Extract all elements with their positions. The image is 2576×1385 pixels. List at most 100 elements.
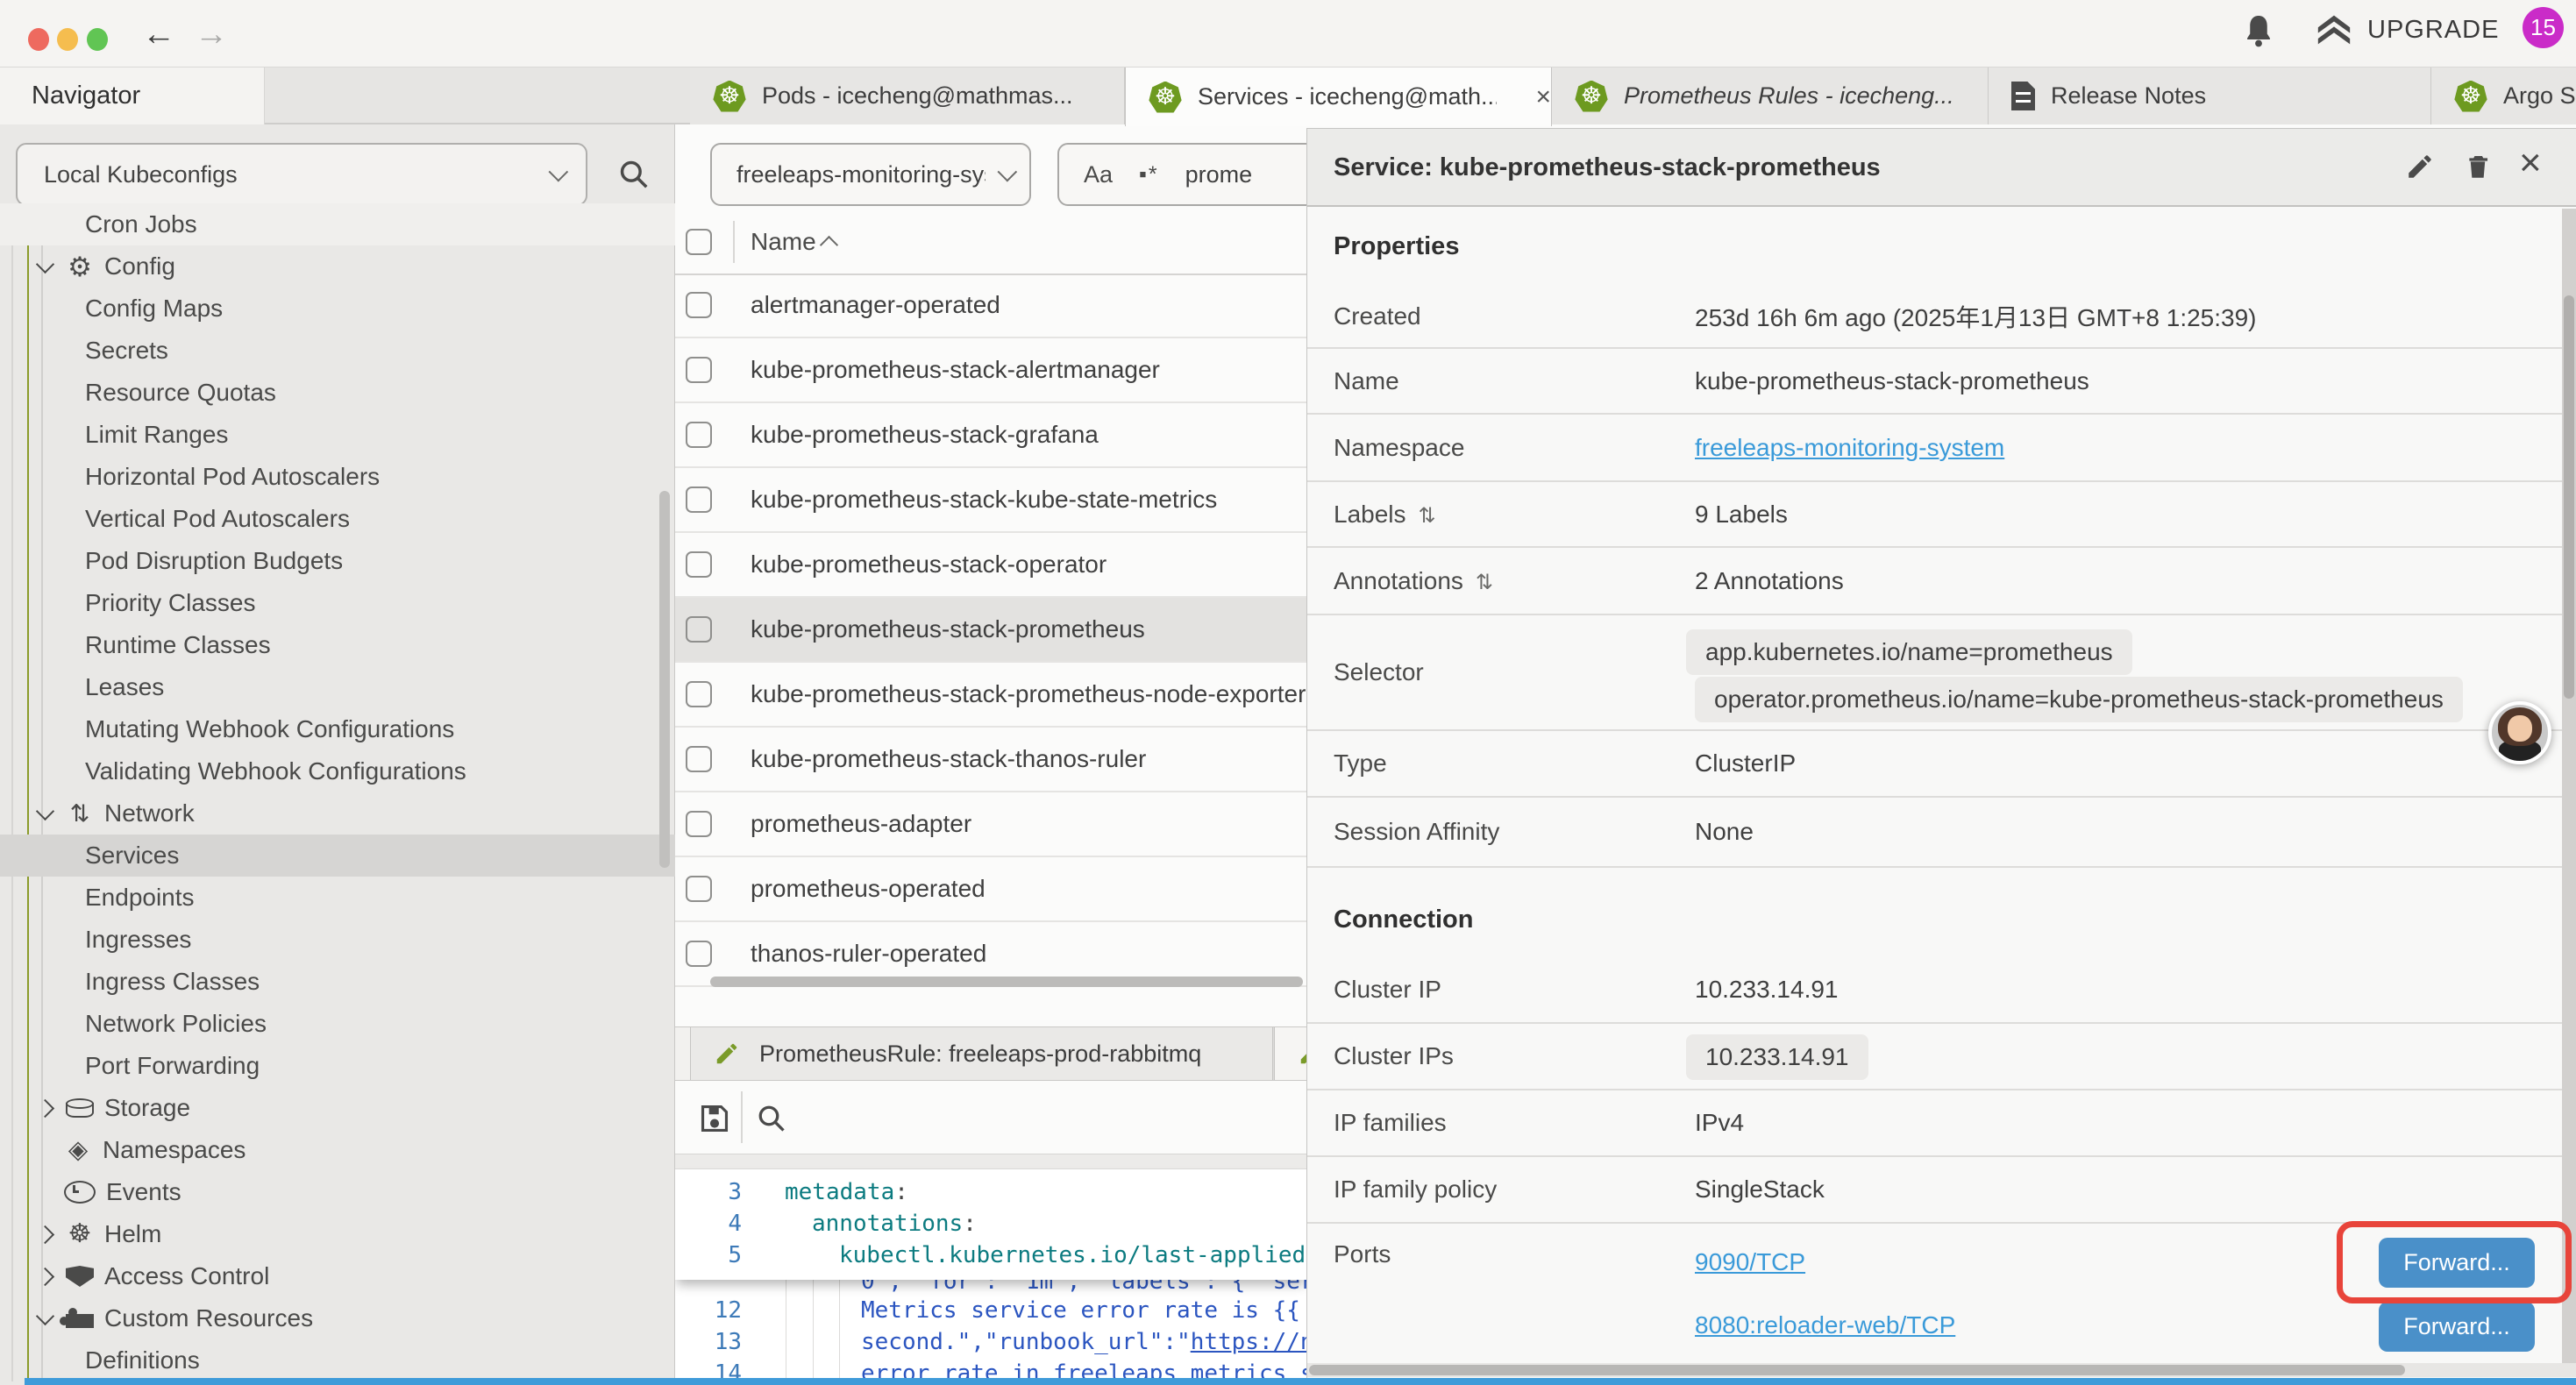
row-checkbox[interactable] [686,616,712,643]
table-horizontal-scrollbar[interactable] [710,977,1303,987]
expand-collapse-icon[interactable] [1419,501,1436,529]
match-case-icon[interactable]: Aa [1084,161,1113,188]
sidebar-scrollbar[interactable] [659,491,670,868]
sidebar-item-events[interactable]: Events [0,1171,675,1213]
notification-badge[interactable]: 15 [2523,7,2564,48]
sidebar-item-storage[interactable]: Storage [0,1087,675,1129]
back-arrow-icon[interactable] [142,19,175,49]
table-row[interactable]: kube-prometheus-stack-kube-state-metrics [675,468,1306,533]
table-row[interactable]: kube-prometheus-stack-operator [675,533,1306,598]
window-minimize-button[interactable] [57,28,78,51]
row-checkbox[interactable] [686,746,712,772]
sidebar-item-ingress-classes[interactable]: Ingress Classes [0,961,675,1003]
chevron-down-icon[interactable] [36,1306,54,1325]
sidebar-search-icon[interactable] [617,158,651,191]
table-row[interactable]: kube-prometheus-stack-prometheus [675,598,1306,663]
row-checkbox[interactable] [686,357,712,383]
close-icon[interactable] [2519,141,2542,185]
sidebar-item-config-maps[interactable]: Config Maps [0,288,675,330]
sidebar-item-namespaces[interactable]: Namespaces [0,1129,675,1171]
namespace-select[interactable]: freeleaps-monitoring-system [710,143,1031,206]
sidebar-item-config[interactable]: Config [0,245,675,288]
yaml-editor[interactable]: 0", "for": "1m", "labels": { "service": … [675,1169,1306,1385]
scrollbar-thumb[interactable] [2564,295,2574,699]
forward-arrow-icon[interactable] [195,19,228,49]
chevron-right-icon[interactable] [36,1267,54,1285]
sidebar-item-validating-webhook-configurations[interactable]: Validating Webhook Configurations [0,750,675,792]
row-checkbox[interactable] [686,876,712,902]
forward-button[interactable]: Forward... [2379,1302,2535,1352]
sidebar-item-network[interactable]: Network [0,792,675,835]
scrollbar-thumb[interactable] [1309,1365,2405,1375]
edit-pencil-icon[interactable] [2405,152,2435,181]
sidebar-item-helm[interactable]: Helm [0,1213,675,1255]
editor-search-icon[interactable] [756,1103,787,1134]
table-row[interactable]: kube-prometheus-stack-grafana [675,403,1306,468]
editor-tab-prometheusrule[interactable]: PrometheusRule: freeleaps-prod-rabbitmq [690,1027,1273,1080]
table-row[interactable]: prometheus-operated [675,857,1306,922]
row-checkbox[interactable] [686,941,712,967]
chevron-down-icon[interactable] [36,801,54,820]
table-row[interactable]: kube-prometheus-stack-alertmanager [675,338,1306,403]
port-link[interactable]: 9090/TCP [1695,1248,1805,1276]
trash-icon[interactable] [2463,152,2493,181]
sidebar-item-endpoints[interactable]: Endpoints [0,877,675,919]
sidebar-item-priority-classes[interactable]: Priority Classes [0,582,675,624]
sidebar-item-mutating-webhook-configurations[interactable]: Mutating Webhook Configurations [0,708,675,750]
expand-collapse-icon[interactable] [1476,567,1493,595]
sidebar-item-access-control[interactable]: Access Control [0,1255,675,1297]
row-checkbox[interactable] [686,292,712,318]
sidebar-item-network-policies[interactable]: Network Policies [0,1003,675,1045]
table-row[interactable]: alertmanager-operated [675,273,1306,338]
sidebar-item-limit-ranges[interactable]: Limit Ranges [0,414,675,456]
user-avatar[interactable] [2488,701,2551,764]
editor-tab-next[interactable] [1274,1027,1306,1080]
row-checkbox[interactable] [686,487,712,513]
tab-pods[interactable]: Pods - icecheng@mathmas... [690,67,1125,124]
row-checkbox[interactable] [686,422,712,448]
tab-close-icon[interactable] [1535,82,1551,112]
tab-argo[interactable]: Argo Se [2431,67,2576,124]
filter-search-input[interactable]: Aa ▪* prome [1057,143,1306,206]
bell-icon[interactable] [2243,14,2274,49]
tab-release-notes[interactable]: Release Notes [1989,67,2431,124]
row-checkbox[interactable] [686,811,712,837]
navigator-tab[interactable]: Navigator [0,67,265,124]
table-row[interactable]: prometheus-adapter [675,792,1306,857]
regex-icon[interactable]: ▪* [1139,162,1159,188]
detail-vertical-scrollbar[interactable] [2562,209,2576,1363]
select-all-checkbox[interactable] [686,229,712,255]
row-checkbox[interactable] [686,681,712,707]
port-link[interactable]: 8080:reloader-web/TCP [1695,1311,1955,1339]
name-column-header[interactable]: Name [751,210,816,273]
code-link[interactable]: https://netdata.freeleaps.com [1191,1329,1306,1355]
sidebar-item-runtime-classes[interactable]: Runtime Classes [0,624,675,666]
sidebar-item-vertical-pod-autoscalers[interactable]: Vertical Pod Autoscalers [0,498,675,540]
namespace-link[interactable]: freeleaps-monitoring-system [1695,434,2004,462]
table-row[interactable]: kube-prometheus-stack-prometheus-node-ex… [675,663,1306,728]
detail-horizontal-scrollbar[interactable] [1307,1363,2576,1377]
tab-prometheus-rules[interactable]: Prometheus Rules - icecheng... [1552,67,1989,124]
chevron-right-icon[interactable] [36,1225,54,1243]
table-row[interactable]: kube-prometheus-stack-thanos-ruler [675,728,1306,792]
sidebar-item-horizontal-pod-autoscalers[interactable]: Horizontal Pod Autoscalers [0,456,675,498]
sidebar-item-port-forwarding[interactable]: Port Forwarding [0,1045,675,1087]
sidebar-item-leases[interactable]: Leases [0,666,675,708]
window-zoom-button[interactable] [87,28,108,51]
row-checkbox[interactable] [686,551,712,578]
sidebar-item-ingresses[interactable]: Ingresses [0,919,675,961]
upgrade-button[interactable]: UPGRADE [2315,12,2499,47]
sidebar-item-cron-jobs[interactable]: Cron Jobs [0,203,675,245]
kubeconfig-select[interactable]: Local Kubeconfigs [16,143,587,206]
sidebar-item-custom-resources[interactable]: Custom Resources [0,1297,675,1339]
chevron-right-icon[interactable] [36,1098,54,1117]
save-icon[interactable] [698,1102,731,1135]
sidebar-item-secrets[interactable]: Secrets [0,330,675,372]
sidebar-item-resource-quotas[interactable]: Resource Quotas [0,372,675,414]
sort-ascending-icon[interactable] [820,236,838,254]
sidebar-item-services[interactable]: Services [0,835,675,877]
sidebar-item-pod-disruption-budgets[interactable]: Pod Disruption Budgets [0,540,675,582]
tab-services[interactable]: Services - icecheng@math... [1125,67,1552,126]
sidebar-item-definitions[interactable]: Definitions [0,1339,675,1381]
chevron-down-icon[interactable] [36,254,54,273]
